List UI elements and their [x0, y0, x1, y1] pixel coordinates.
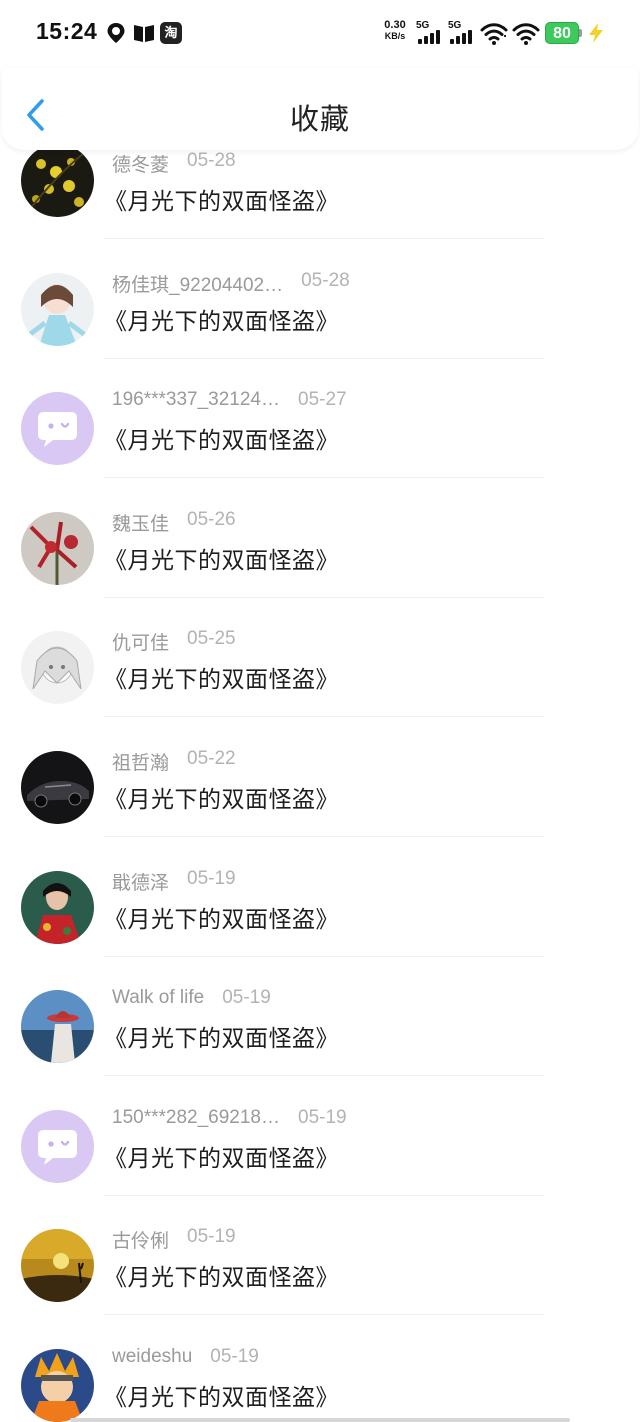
favorite-item[interactable]: 196***337_32124… 05-27 《月光下的双面怪盗》	[0, 389, 640, 509]
favorite-item[interactable]: 仇可佳 05-25 《月光下的双面怪盗》	[0, 628, 640, 748]
avatar[interactable]	[21, 272, 94, 346]
favorite-item[interactable]: weideshu 05-19 《月光下的双面怪盗》	[0, 1346, 640, 1422]
collected-title[interactable]: 《月光下的双面怪盗》	[104, 1258, 339, 1292]
page-title: 收藏	[289, 104, 350, 136]
favorite-item[interactable]: 德冬菱 05-28 《月光下的双面怪盗》	[0, 150, 640, 270]
date: 05-28	[301, 269, 350, 291]
date: 05-19	[187, 1226, 236, 1248]
date: 05-22	[187, 748, 236, 769]
avatar[interactable]	[21, 870, 94, 944]
avatar[interactable]	[21, 990, 94, 1064]
divider	[104, 357, 544, 359]
network-speed-value: 0.30	[384, 19, 406, 31]
divider	[104, 477, 544, 479]
item-meta: 祖哲瀚 05-22	[112, 748, 236, 774]
network-speed: 0.30 KB/s	[380, 20, 410, 42]
collected-title[interactable]: 《月光下的双面怪盗》	[104, 900, 339, 934]
favorite-item[interactable]: 魏玉佳 05-26 《月光下的双面怪盗》	[0, 509, 640, 629]
username[interactable]: 杨佳琪_92204402…	[112, 270, 283, 297]
charging-icon	[589, 23, 603, 43]
date: 05-19	[187, 867, 236, 889]
date: 05-26	[187, 508, 236, 530]
username[interactable]: 德冬菱	[112, 150, 169, 177]
status-bar: 15:24 淘 0.30 KB/s 5G 5G 80	[0, 0, 640, 68]
avatar[interactable]	[21, 751, 94, 824]
wifi-icon	[480, 23, 508, 45]
username[interactable]: 戢德泽	[112, 868, 169, 895]
divider	[104, 596, 544, 598]
avatar[interactable]	[21, 1109, 94, 1183]
location-du-icon	[107, 23, 125, 43]
item-meta: 戢德泽 05-19	[112, 868, 236, 894]
item-meta: 古伶俐 05-19	[112, 1226, 236, 1252]
username[interactable]: 196***337_32124…	[112, 389, 280, 411]
collected-title[interactable]: 《月光下的双面怪盗》	[104, 780, 339, 814]
date: 05-19	[210, 1346, 259, 1367]
favorite-item[interactable]: 古伶俐 05-19 《月光下的双面怪盗》	[0, 1226, 640, 1346]
date: 05-19	[222, 987, 271, 1009]
date: 05-25	[187, 628, 236, 650]
signal-icon: 5G	[416, 20, 442, 46]
item-meta: 杨佳琪_92204402… 05-28	[112, 270, 350, 296]
username[interactable]: 祖哲瀚	[112, 748, 169, 775]
avatar[interactable]	[21, 631, 94, 705]
signal-icon: 5G	[448, 20, 474, 46]
battery-cap	[579, 29, 582, 37]
divider	[104, 1314, 544, 1316]
network-speed-unit: KB/s	[384, 31, 406, 41]
favorite-item[interactable]: 祖哲瀚 05-22 《月光下的双面怪盗》	[0, 748, 640, 868]
avatar[interactable]	[21, 511, 94, 585]
taobao-icon: 淘	[160, 22, 182, 44]
username[interactable]: 古伶俐	[112, 1226, 169, 1253]
favorite-item[interactable]: 150***282_69218… 05-19 《月光下的双面怪盗》	[0, 1107, 640, 1227]
item-meta: 德冬菱 05-28	[112, 150, 236, 176]
status-time: 15:24	[36, 18, 98, 44]
divider	[104, 716, 544, 718]
avatar[interactable]	[21, 1349, 94, 1422]
collected-title[interactable]: 《月光下的双面怪盗》	[104, 660, 339, 694]
username[interactable]: weideshu	[112, 1346, 192, 1368]
avatar[interactable]	[21, 392, 94, 466]
book-icon	[134, 25, 154, 42]
collected-title[interactable]: 《月光下的双面怪盗》	[104, 1019, 339, 1053]
battery-icon: 80	[545, 22, 579, 44]
collected-title[interactable]: 《月光下的双面怪盗》	[104, 1378, 339, 1412]
username[interactable]: 仇可佳	[112, 628, 169, 655]
wifi-icon	[512, 23, 540, 45]
favorites-list[interactable]: 德冬菱 05-28 《月光下的双面怪盗》 杨佳琪_92204402… 05-28 《月光下…	[0, 150, 640, 1422]
date: 05-28	[187, 150, 236, 171]
avatar[interactable]	[21, 1229, 94, 1303]
item-meta: 魏玉佳 05-26	[112, 509, 236, 535]
collected-title[interactable]: 《月光下的双面怪盗》	[104, 182, 339, 216]
username[interactable]: Walk of life	[112, 987, 204, 1009]
date: 05-27	[298, 389, 347, 411]
username[interactable]: 150***282_69218…	[112, 1107, 280, 1129]
divider	[104, 1075, 544, 1077]
date: 05-19	[298, 1106, 347, 1128]
divider	[104, 238, 544, 239]
item-meta: weideshu 05-19	[112, 1346, 259, 1372]
item-meta: 196***337_32124… 05-27	[112, 389, 347, 415]
favorite-item[interactable]: 杨佳琪_92204402… 05-28 《月光下的双面怪盗》	[0, 270, 640, 390]
divider	[104, 836, 544, 837]
divider	[104, 1194, 544, 1196]
item-meta: 150***282_69218… 05-19	[112, 1107, 347, 1133]
collected-title[interactable]: 《月光下的双面怪盗》	[104, 541, 339, 575]
avatar[interactable]	[21, 150, 94, 217]
collected-title[interactable]: 《月光下的双面怪盗》	[104, 421, 339, 455]
divider	[104, 955, 544, 957]
item-meta: Walk of life 05-19	[112, 987, 271, 1013]
username[interactable]: 魏玉佳	[112, 509, 169, 536]
home-indicator	[70, 1418, 570, 1422]
header: 收藏	[2, 68, 638, 150]
item-meta: 仇可佳 05-25	[112, 628, 236, 654]
collected-title[interactable]: 《月光下的双面怪盗》	[104, 1139, 339, 1173]
favorite-item[interactable]: Walk of life 05-19 《月光下的双面怪盗》	[0, 987, 640, 1107]
collected-title[interactable]: 《月光下的双面怪盗》	[104, 302, 339, 336]
favorite-item[interactable]: 戢德泽 05-19 《月光下的双面怪盗》	[0, 868, 640, 988]
